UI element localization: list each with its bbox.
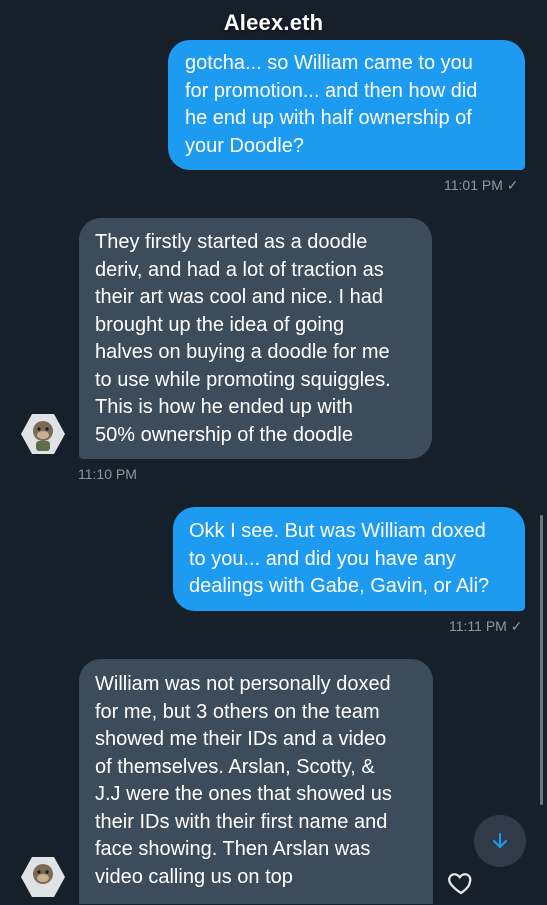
message-text: They firstly started as a doodle deriv, …	[95, 231, 391, 446]
arrow-down-icon	[493, 833, 507, 848]
conversation-title[interactable]: Aleex.eth	[0, 10, 547, 36]
message-text: gotcha... so William came to you for pro…	[185, 52, 478, 157]
message-incoming[interactable]: William was not personally doxed for me,…	[79, 659, 433, 904]
message-text: William was not personally doxed for me,…	[95, 673, 392, 888]
ape-avatar[interactable]	[20, 854, 66, 900]
scroll-down-button[interactable]	[474, 815, 526, 867]
scrollbar[interactable]	[540, 515, 543, 805]
message-timestamp: 11:01 PM ✓	[444, 177, 519, 193]
message-text: Okk I see. But was William doxed to you.…	[189, 520, 490, 597]
message-timestamp: 11:10 PM	[78, 466, 137, 482]
ape-avatar[interactable]	[20, 411, 66, 457]
message-timestamp: 11:11 PM ✓	[449, 618, 523, 634]
message-incoming[interactable]: They firstly started as a doodle deriv, …	[79, 218, 432, 459]
message-outgoing[interactable]: Okk I see. But was William doxed to you.…	[173, 507, 525, 611]
message-outgoing[interactable]: gotcha... so William came to you for pro…	[168, 40, 525, 170]
heart-icon[interactable]	[446, 868, 476, 898]
